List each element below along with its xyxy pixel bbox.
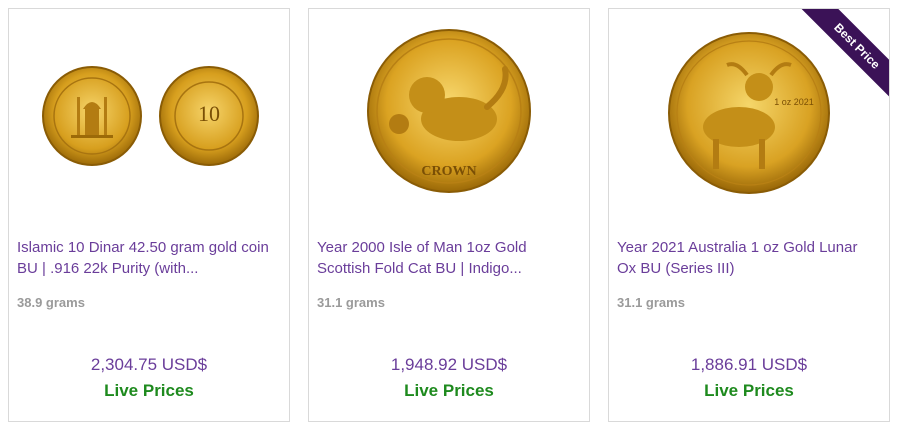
product-weight: 31.1 grams <box>617 295 685 310</box>
live-prices-link[interactable]: Live Prices <box>309 381 589 401</box>
live-prices-link[interactable]: Live Prices <box>9 381 289 401</box>
product-price: 1,948.92 USD$ <box>390 355 508 374</box>
live-prices-link[interactable]: Live Prices <box>609 381 889 401</box>
coin-denomination-text: 10 <box>198 101 220 126</box>
product-title-link[interactable]: Year 2000 Isle of Man 1oz Gold Scottish … <box>317 237 579 279</box>
product-title-link[interactable]: Islamic 10 Dinar 42.50 gram gold coin BU… <box>17 237 279 279</box>
product-price: 2,304.75 USD$ <box>90 355 208 374</box>
coin-legend-text: CROWN <box>421 164 476 179</box>
product-image[interactable]: CROWN <box>309 9 589 224</box>
product-price: 1,886.91 USD$ <box>690 355 808 374</box>
product-card[interactable]: CROWN Year 2000 Isle of Man 1oz Gold Sco… <box>308 8 590 422</box>
product-card[interactable]: 1 oz 2021 Best Price Year 2021 Australia… <box>608 8 890 422</box>
product-card[interactable]: 10 Islamic 10 Dinar 42.50 gram gold coin… <box>8 8 290 422</box>
product-image[interactable]: 10 <box>9 9 289 224</box>
product-weight: 38.9 grams <box>17 295 85 310</box>
product-title-link[interactable]: Year 2021 Australia 1 oz Gold Lunar Ox B… <box>617 237 879 279</box>
best-price-badge: Best Price <box>798 9 889 105</box>
product-grid: 10 Islamic 10 Dinar 42.50 gram gold coin… <box>0 0 900 430</box>
best-price-ribbon: Best Price <box>793 9 889 105</box>
product-weight: 31.1 grams <box>317 295 385 310</box>
